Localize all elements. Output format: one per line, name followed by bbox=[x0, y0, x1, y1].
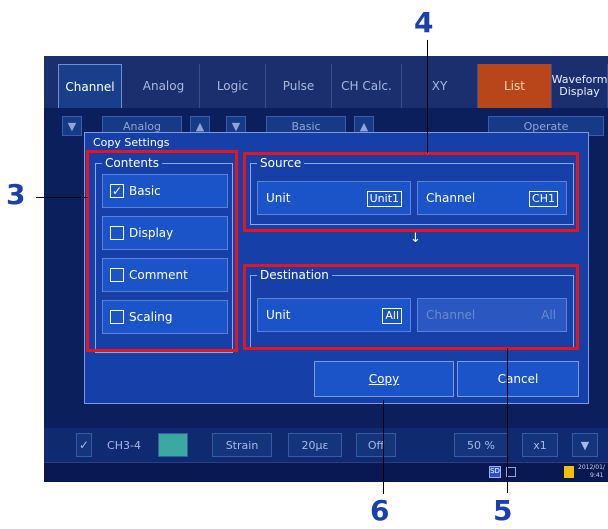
tab-waveform-display[interactable]: Waveform Display bbox=[552, 64, 608, 108]
bg-dropdown-arrow[interactable]: ▼ bbox=[62, 116, 82, 136]
power-icon bbox=[564, 466, 574, 478]
bg-row-percent[interactable]: 50 % bbox=[454, 433, 508, 457]
tab-analog[interactable]: Analog bbox=[128, 64, 200, 108]
callout-6: 6 bbox=[370, 494, 390, 527]
callout-4: 4 bbox=[414, 6, 434, 39]
copy-button-label: Copy bbox=[368, 372, 400, 386]
leader-line-5 bbox=[507, 348, 508, 493]
bg-row-strain[interactable]: Strain bbox=[212, 433, 272, 457]
dialog-title: Copy Settings bbox=[93, 136, 170, 149]
bg-row-scroll-down[interactable]: ▼ bbox=[572, 433, 598, 457]
background-channel-row: ✓ CH3-4 Strain 20με Off 50 % x1 ▼ bbox=[44, 428, 608, 464]
tab-ch-calc[interactable]: CH Calc. bbox=[332, 64, 402, 108]
bg-row-channel: CH3-4 bbox=[107, 438, 141, 452]
bg-row-range[interactable]: 20με bbox=[288, 433, 342, 457]
callout-3: 3 bbox=[6, 178, 26, 211]
tab-bar: Channel Analog Logic Pulse CH Calc. XY L… bbox=[44, 56, 608, 108]
tab-list[interactable]: List bbox=[478, 64, 552, 108]
cancel-button[interactable]: Cancel bbox=[457, 361, 579, 397]
callout-5: 5 bbox=[493, 494, 513, 527]
highlight-source bbox=[243, 152, 579, 232]
sd-icon: SD bbox=[489, 466, 501, 478]
bg-row-checkbox[interactable]: ✓ bbox=[76, 433, 92, 457]
bg-row-off[interactable]: Off bbox=[356, 433, 396, 457]
bg-row-mult[interactable]: x1 bbox=[522, 433, 558, 457]
leader-line-4 bbox=[427, 40, 428, 153]
status-time: 9:41 bbox=[590, 472, 604, 479]
bg-row-color-swatch[interactable] bbox=[158, 433, 188, 457]
leader-line-6 bbox=[383, 400, 384, 494]
status-bar: SD 2012/01/ 9:41 bbox=[44, 462, 608, 482]
highlight-destination bbox=[243, 264, 579, 350]
down-arrow-icon: ↓ bbox=[410, 231, 421, 246]
tab-xy[interactable]: XY bbox=[402, 64, 478, 108]
tab-logic[interactable]: Logic bbox=[200, 64, 266, 108]
copy-button[interactable]: Copy bbox=[314, 361, 454, 397]
leader-line-3 bbox=[36, 197, 88, 198]
status-date: 2012/01/ bbox=[578, 464, 605, 471]
tab-channel[interactable]: Channel bbox=[58, 64, 122, 108]
highlight-contents bbox=[86, 150, 238, 352]
tab-pulse[interactable]: Pulse bbox=[266, 64, 332, 108]
